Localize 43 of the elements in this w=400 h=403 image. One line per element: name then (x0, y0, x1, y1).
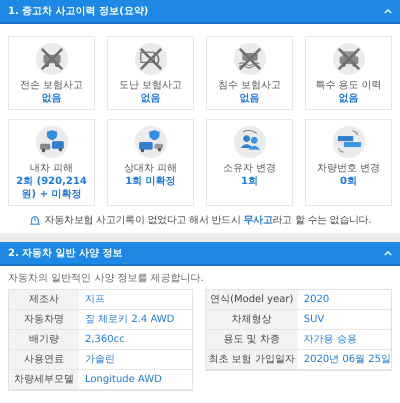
card-value: 1회 미확정 (125, 175, 176, 188)
table-value: 지프 (79, 290, 192, 310)
table-value: 짚 체로키 2.4 AWD (79, 310, 192, 330)
card-value: 0회 (340, 175, 357, 188)
table-value: 자가용 승용 (298, 330, 391, 350)
card-label: 차량번호 변경 (316, 162, 380, 175)
chevron-up-icon[interactable] (384, 250, 392, 256)
card-label: 내차 피해 (30, 162, 74, 175)
card-label: 특수 용도 이력 (315, 79, 382, 92)
card-value: 2회 (920,214 원) + 미확정 (15, 175, 88, 201)
table-label: 자동차명 (9, 310, 79, 330)
table-value: 2020년 06월 25일 (298, 350, 391, 370)
card-label: 침수 보험사고 (218, 79, 282, 92)
table-value: SUV (298, 310, 391, 330)
section-title: 1. 중고차 사고이력 정보(요약) (8, 5, 148, 18)
section-header[interactable]: 1. 중고차 사고이력 정보(요약) (0, 0, 400, 24)
card-value: 없음 (240, 92, 260, 105)
section-header[interactable]: 2. 자동차 일반 사양 정보 (0, 242, 400, 266)
table-label: 연식(Model year) (206, 290, 298, 310)
table-label: 용도 및 차종 (206, 330, 298, 350)
table-value: Longitude AWD (79, 370, 192, 390)
chevron-up-icon[interactable] (384, 8, 392, 14)
table-label: 제조사 (9, 290, 79, 310)
table-value: 가솔린 (79, 350, 192, 370)
card-value: 없음 (338, 92, 358, 105)
table-label: 차체형상 (206, 310, 298, 330)
table-label: 배기량 (9, 330, 79, 350)
card-value: 1회 (241, 175, 258, 188)
card-label: 상대차 피해 (124, 162, 178, 175)
table-value: 2,360cc (79, 330, 192, 350)
card-label: 소유자 변경 (222, 162, 276, 175)
card-value: 없음 (140, 92, 160, 105)
notice-text: 자동차보험 사고기록이 없었다고 해서 반드시 무사고라고 할 수는 없습니다. (44, 214, 372, 227)
table-label: 최초 보험 가입일자 (206, 350, 298, 370)
table-value: 2020 (298, 290, 391, 310)
card-label: 전손 보험사고 (20, 79, 84, 92)
table-label: 차량세부모델 (9, 370, 79, 390)
warning-icon (28, 215, 41, 225)
card-label: 도난 보험사고 (118, 79, 182, 92)
table-label: 사용연료 (9, 350, 79, 370)
card-value: 없음 (42, 92, 62, 105)
section-title: 2. 자동차 일반 사양 정보 (8, 247, 123, 260)
section-description: 자동차의 일반적인 사양 정보를 제공합니다. (8, 272, 205, 286)
